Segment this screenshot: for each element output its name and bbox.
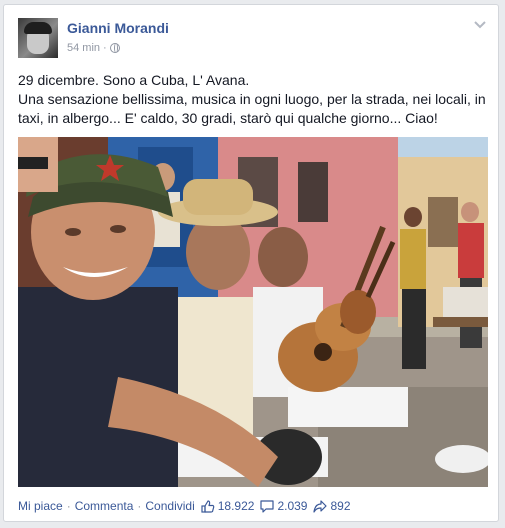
likes-count: 18.922 bbox=[217, 499, 255, 513]
post-text-line2: Una sensazione bellissima, musica in ogn… bbox=[18, 91, 486, 126]
meta-separator: · bbox=[103, 42, 107, 54]
likes-stat[interactable]: 18.922 bbox=[201, 499, 255, 513]
photo-scene bbox=[18, 137, 488, 487]
thumbs-up-icon bbox=[201, 499, 215, 513]
author-avatar[interactable] bbox=[18, 18, 58, 58]
chevron-down-icon[interactable] bbox=[472, 19, 488, 31]
shares-count: 892 bbox=[330, 499, 351, 513]
post-timestamp[interactable]: 54 min bbox=[67, 41, 100, 55]
comments-count: 2.039 bbox=[277, 499, 308, 513]
globe-icon[interactable] bbox=[109, 43, 120, 53]
post-meta: 54 min · bbox=[67, 41, 120, 55]
avatar-hair bbox=[24, 22, 52, 34]
shares-stat[interactable]: 892 bbox=[313, 499, 351, 513]
post-text-line1: 29 dicembre. Sono a Cuba, L' Avana. bbox=[18, 72, 250, 88]
actions-separator: · bbox=[137, 499, 142, 513]
post-photo[interactable] bbox=[18, 137, 488, 487]
author-name[interactable]: Gianni Morandi bbox=[67, 20, 169, 37]
comment-link[interactable]: Commenta bbox=[75, 499, 134, 513]
share-link[interactable]: Condividi bbox=[145, 499, 194, 513]
comment-bubble-icon bbox=[260, 499, 275, 513]
actions-separator: · bbox=[66, 499, 71, 513]
post-card: Gianni Morandi 54 min · 29 dicembre. Son… bbox=[3, 4, 499, 522]
post-actions-bar: Mi piace · Commenta · Condividi 18.922 2… bbox=[18, 499, 488, 513]
post-text: 29 dicembre. Sono a Cuba, L' Avana. Una … bbox=[18, 71, 493, 128]
like-link[interactable]: Mi piace bbox=[18, 499, 63, 513]
share-arrow-icon bbox=[313, 499, 328, 513]
comments-stat[interactable]: 2.039 bbox=[260, 499, 307, 513]
